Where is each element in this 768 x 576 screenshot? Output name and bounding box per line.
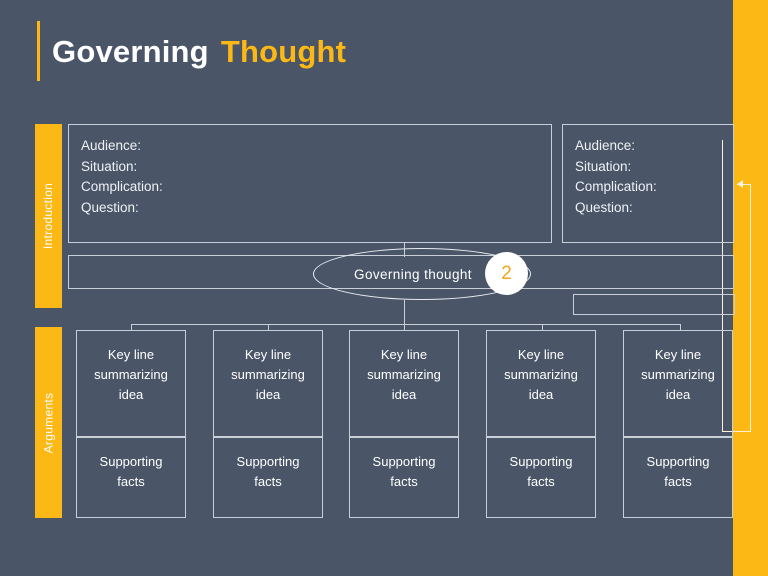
section-label-arguments: Arguments	[35, 327, 62, 518]
key-line-2-line2: summarizing	[231, 367, 305, 382]
supporting-3-line1: Supporting	[372, 454, 436, 469]
section-label-introduction: Introduction	[35, 124, 62, 308]
argument-column-1[interactable]: Key line summarizing idea Supporting fac…	[76, 330, 186, 518]
section-label-arguments-text: Arguments	[41, 392, 56, 453]
key-line-5-line1: Key line	[654, 347, 702, 362]
feedback-connector-vertical	[750, 184, 751, 431]
governing-thought-label: Governing thought	[354, 266, 472, 282]
key-line-cell-4[interactable]: Key line summarizing idea	[486, 330, 596, 437]
connector-governing-drop	[404, 300, 405, 324]
right-empty-box[interactable]	[573, 294, 735, 315]
step-number-value: 2	[501, 263, 512, 284]
supporting-facts-cell-2[interactable]: Supporting facts	[213, 437, 323, 518]
page-title: Governing Thought	[52, 32, 346, 72]
key-line-cell-1[interactable]: Key line summarizing idea	[76, 330, 186, 437]
introduction-right-audience: Audience:	[575, 138, 636, 153]
introduction-left-audience: Audience:	[81, 138, 142, 153]
key-line-cell-2[interactable]: Key line summarizing idea	[213, 330, 323, 437]
introduction-box-right[interactable]: Audience: Situation: Complication: Quest…	[562, 124, 734, 243]
key-line-1-line3: idea	[118, 387, 144, 402]
key-line-4-line1: Key line	[517, 347, 565, 362]
title-accent-bar	[37, 21, 40, 81]
introduction-right-complication: Complication:	[575, 179, 657, 194]
key-line-1-line1: Key line	[107, 347, 155, 362]
key-line-cell-5[interactable]: Key line summarizing idea	[623, 330, 733, 437]
key-line-2-line1: Key line	[244, 347, 292, 362]
page-title-secondary: Thought	[220, 34, 347, 69]
supporting-1-line2: facts	[117, 474, 145, 489]
supporting-4-line1: Supporting	[509, 454, 573, 469]
key-line-2-line3: idea	[255, 387, 281, 402]
introduction-right-situation: Situation:	[575, 158, 632, 174]
introduction-left-fields: Audience: Situation: Complication: Quest…	[69, 125, 551, 218]
supporting-facts-cell-1[interactable]: Supporting facts	[76, 437, 186, 518]
key-line-1-line2: summarizing	[94, 367, 168, 382]
argument-column-5[interactable]: Key line summarizing idea Supporting fac…	[623, 330, 733, 518]
introduction-left-complication: Complication:	[81, 179, 163, 194]
feedback-connector-arrowhead	[737, 180, 743, 188]
supporting-4-line2: facts	[527, 474, 555, 489]
introduction-right-fields: Audience: Situation: Complication: Quest…	[563, 125, 733, 218]
supporting-5-line1: Supporting	[646, 454, 710, 469]
introduction-left-question: Question:	[81, 199, 139, 215]
argument-column-3[interactable]: Key line summarizing idea Supporting fac…	[349, 330, 459, 518]
supporting-2-line1: Supporting	[236, 454, 300, 469]
introduction-right-question: Question:	[575, 199, 633, 215]
supporting-3-line2: facts	[390, 474, 418, 489]
introduction-left-situation: Situation:	[81, 158, 138, 174]
slide-canvas: Governing Thought Introduction Arguments …	[0, 0, 768, 576]
key-line-4-line2: summarizing	[504, 367, 578, 382]
key-line-3-line3: idea	[391, 387, 417, 402]
key-line-3-line1: Key line	[380, 347, 428, 362]
connector-arguments-spine	[131, 324, 680, 325]
supporting-5-line2: facts	[664, 474, 692, 489]
page-title-primary: Governing	[52, 34, 209, 69]
section-label-introduction-text: Introduction	[41, 182, 56, 250]
key-line-4-line3: idea	[528, 387, 554, 402]
key-line-cell-3[interactable]: Key line summarizing idea	[349, 330, 459, 437]
key-line-5-line3: idea	[665, 387, 691, 402]
key-line-5-line2: summarizing	[641, 367, 715, 382]
key-line-3-line2: summarizing	[367, 367, 441, 382]
introduction-box-left[interactable]: Audience: Situation: Complication: Quest…	[68, 124, 552, 243]
supporting-facts-cell-3[interactable]: Supporting facts	[349, 437, 459, 518]
supporting-2-line2: facts	[254, 474, 282, 489]
supporting-facts-cell-4[interactable]: Supporting facts	[486, 437, 596, 518]
step-number-badge: 2	[485, 252, 528, 295]
argument-column-4[interactable]: Key line summarizing idea Supporting fac…	[486, 330, 596, 518]
supporting-1-line1: Supporting	[99, 454, 163, 469]
argument-column-2[interactable]: Key line summarizing idea Supporting fac…	[213, 330, 323, 518]
supporting-facts-cell-5[interactable]: Supporting facts	[623, 437, 733, 518]
